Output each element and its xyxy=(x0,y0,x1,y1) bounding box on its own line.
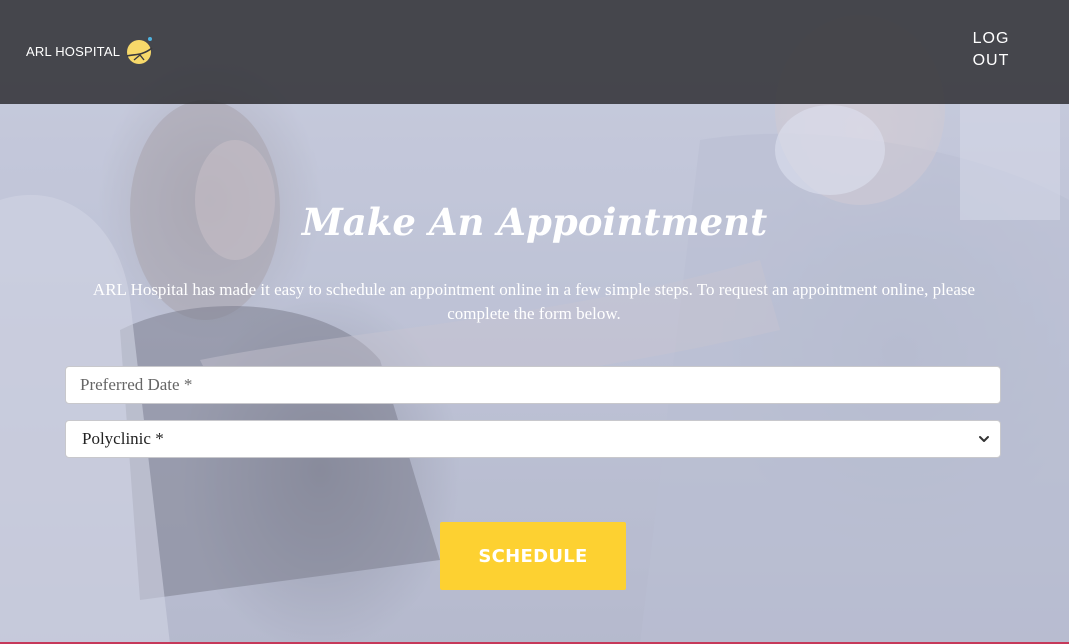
site-logo[interactable]: ARL HOSPITAL xyxy=(26,34,156,68)
polyclinic-select[interactable]: Polyclinic * xyxy=(65,420,1001,458)
appointment-page: ARL HOSPITAL LOG OUT Make An Appointment… xyxy=(0,0,1069,644)
page-title: Make An Appointment xyxy=(301,200,768,244)
logout-link[interactable]: LOG OUT xyxy=(971,28,1011,72)
site-header: ARL HOSPITAL LOG OUT xyxy=(0,0,1069,104)
moon-logo-icon xyxy=(126,37,153,64)
logout-line-2: OUT xyxy=(972,52,1010,69)
preferred-date-input[interactable] xyxy=(78,374,1000,396)
logout-line-1: LOG xyxy=(972,30,1010,47)
page-description: ARL Hospital has made it easy to schedul… xyxy=(92,280,976,323)
schedule-button[interactable]: SCHEDULE xyxy=(440,522,626,590)
chevron-down-icon xyxy=(979,436,989,442)
polyclinic-selected-value: Polyclinic * xyxy=(82,429,164,448)
logo-text: ARL HOSPITAL xyxy=(26,43,121,59)
preferred-date-field[interactable] xyxy=(65,366,1001,404)
